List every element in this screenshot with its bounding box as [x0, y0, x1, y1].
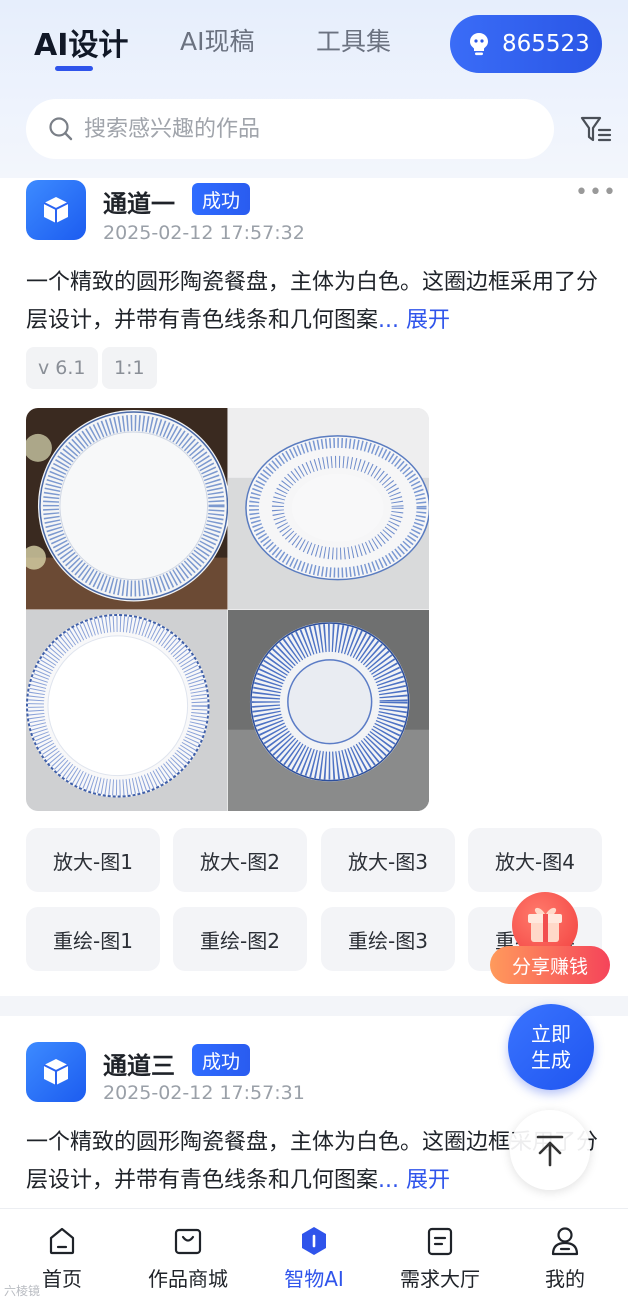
arrow-up-icon [536, 1135, 564, 1167]
image-3[interactable] [26, 609, 228, 811]
lightbulb-icon [470, 33, 488, 56]
nav-label: 作品商城 [148, 1267, 228, 1291]
channel-name: 通道三 [103, 1052, 175, 1080]
nav-label: 我的 [545, 1267, 585, 1291]
document-icon [427, 1227, 453, 1256]
search-input[interactable] [84, 116, 524, 142]
generated-images [26, 408, 429, 811]
back-to-top-button[interactable] [510, 1110, 590, 1190]
share-earn-label: 分享赚钱 [490, 946, 610, 984]
expand-link[interactable]: ... 展开 [378, 308, 450, 333]
upscale-image-4-button[interactable]: 放大-图4 [468, 828, 602, 892]
generate-now-button[interactable]: 立即 生成 [508, 1004, 594, 1090]
watermark: 六棱镜 [4, 1284, 41, 1298]
ai-hexagon-icon [302, 1227, 326, 1255]
filter-icon[interactable] [578, 112, 614, 148]
nav-label: 智物AI [284, 1267, 344, 1291]
points-value: 865523 [502, 31, 590, 57]
generate-line-1: 立即 [531, 1022, 571, 1046]
channel-avatar [26, 180, 86, 240]
expand-link[interactable]: ... 展开 [378, 1168, 450, 1193]
upscale-image-1-button[interactable]: 放大-图1 [26, 828, 160, 892]
nav-label: 需求大厅 [400, 1267, 480, 1291]
redraw-image-2-button[interactable]: 重绘-图2 [173, 907, 307, 971]
result-card: 通道一 成功 2025-02-12 17:57:32 ••• 一个精致的圆形陶瓷… [0, 176, 628, 996]
channel-avatar [26, 1042, 86, 1102]
status-badge: 成功 [192, 183, 251, 215]
points-button[interactable]: 865523 [450, 15, 602, 73]
upscale-image-2-button[interactable]: 放大-图2 [173, 828, 307, 892]
tab-active-indicator [55, 66, 93, 71]
generate-line-2: 生成 [531, 1048, 571, 1072]
tab-ai-draft[interactable]: AI现稿 [180, 22, 254, 58]
redraw-image-1-button[interactable]: 重绘-图1 [26, 907, 160, 971]
more-icon[interactable]: ••• [575, 180, 617, 205]
nav-ai[interactable]: 智物AI [254, 1225, 374, 1292]
image-4[interactable] [227, 609, 429, 811]
upscale-image-3-button[interactable]: 放大-图3 [321, 828, 455, 892]
share-earn-widget[interactable]: 分享赚钱 [490, 892, 612, 984]
search-icon [49, 117, 73, 141]
ratio-tag: 1:1 [102, 347, 157, 389]
nav-shop[interactable]: 作品商城 [128, 1225, 248, 1292]
prompt-description: 一个精致的圆形陶瓷餐盘，主体为白色。这圈边框采用了分层设计，并带有青色线条和几何… [26, 264, 606, 340]
prompt-text: 一个精致的圆形陶瓷餐盘，主体为白色。这圈边框采用了分层设计，并带有青色线条和几何… [26, 270, 599, 333]
redraw-image-3-button[interactable]: 重绘-图3 [321, 907, 455, 971]
shop-bag-icon [174, 1228, 202, 1255]
nav-demand-hall[interactable]: 需求大厅 [380, 1225, 500, 1292]
status-badge: 成功 [192, 1044, 251, 1076]
user-icon [551, 1227, 579, 1256]
timestamp: 2025-02-12 17:57:32 [103, 222, 305, 244]
cube-icon [43, 197, 69, 223]
channel-name: 通道一 [103, 190, 175, 218]
cube-icon [43, 1059, 69, 1085]
home-icon [49, 1227, 75, 1255]
tab-ai-design[interactable]: AI设计 [34, 20, 128, 64]
search-bar[interactable] [26, 99, 554, 159]
timestamp: 2025-02-12 17:57:31 [103, 1082, 305, 1104]
header: AI设计 AI现稿 工具集 865523 [0, 0, 628, 178]
image-1[interactable] [26, 408, 228, 610]
nav-mine[interactable]: 我的 [505, 1225, 625, 1292]
version-tag: v 6.1 [26, 347, 98, 389]
bottom-navigation: 首页 作品商城 智物AI 需求大厅 我的 [0, 1208, 628, 1306]
tab-toolset[interactable]: 工具集 [316, 22, 391, 58]
image-2[interactable] [227, 408, 429, 610]
